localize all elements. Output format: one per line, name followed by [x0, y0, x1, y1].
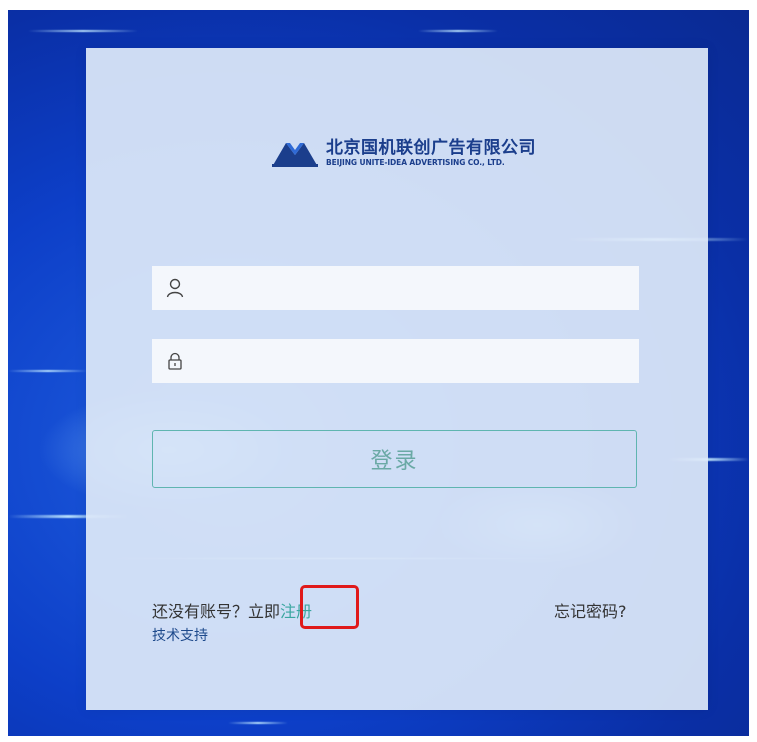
lock-icon: [158, 352, 192, 370]
username-field[interactable]: [152, 266, 639, 310]
register-highlight-box: [300, 585, 359, 629]
company-name-en: BEIJING UNITE-IDEA ADVERTISING CO., LTD.: [326, 158, 505, 167]
logo-mark-icon: [272, 143, 318, 167]
light-streak: [8, 370, 88, 372]
register-prompt: 还没有账号？立即注册: [152, 598, 312, 622]
no-account-text: 还没有账号？立即: [152, 602, 281, 621]
light-streak: [418, 30, 498, 32]
login-card: 北京国机联创广告有限公司 BEIJING UNITE-IDEA ADVERTIS…: [86, 48, 708, 710]
forgot-password-link[interactable]: 忘记密码?: [554, 598, 627, 622]
tech-support-link[interactable]: 技术支持: [152, 625, 208, 645]
password-field[interactable]: [152, 339, 639, 383]
light-streak: [228, 722, 288, 724]
company-logo: 北京国机联创广告有限公司 BEIJING UNITE-IDEA ADVERTIS…: [272, 138, 536, 168]
user-icon: [158, 278, 192, 298]
company-name-cn: 北京国机联创广告有限公司: [326, 138, 536, 158]
username-input[interactable]: [192, 267, 639, 309]
login-button[interactable]: 登录: [152, 430, 637, 488]
password-input[interactable]: [192, 340, 639, 382]
background: 北京国机联创广告有限公司 BEIJING UNITE-IDEA ADVERTIS…: [8, 10, 749, 736]
light-streak: [28, 30, 138, 32]
